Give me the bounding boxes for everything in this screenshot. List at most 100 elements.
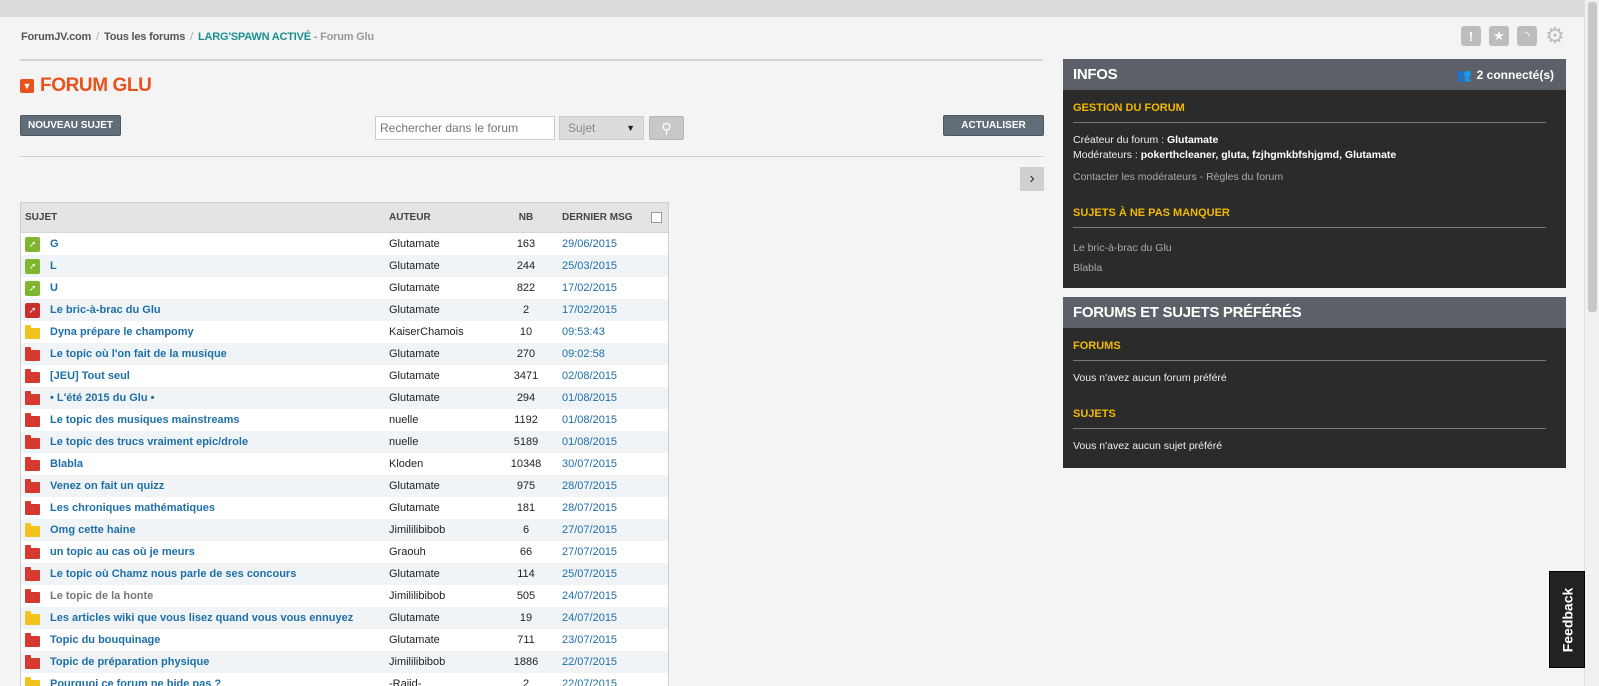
- cell-subject: [JEU] Tout seul: [21, 368, 389, 383]
- new-topic-button[interactable]: NOUVEAU SUJET: [20, 115, 121, 136]
- cell-author[interactable]: -Rajid-: [389, 678, 496, 686]
- refresh-button[interactable]: ACTUALISER: [943, 115, 1044, 136]
- cell-nb: 10348: [510, 458, 542, 470]
- chevron-down-icon[interactable]: ▼: [20, 79, 34, 93]
- table-row: Le topic des musiques mainstreams nuelle 1…: [21, 409, 668, 431]
- topic-link[interactable]: Le topic de la honte: [50, 590, 153, 602]
- cell-author[interactable]: Jimililibibob: [389, 656, 496, 668]
- cell-subject: Dyna prépare le champomy: [21, 324, 389, 339]
- rss-icon[interactable]: ◝: [1517, 26, 1537, 46]
- breadcrumb-all-forums[interactable]: Tous les forums: [104, 31, 185, 43]
- cell-last-msg[interactable]: 01/08/2015: [556, 392, 666, 404]
- connected-users[interactable]: 👥 2 connecté(s): [1457, 68, 1554, 82]
- topic-link[interactable]: Le topic où Chamz nous parle de ses conc…: [50, 568, 296, 580]
- cell-last-msg[interactable]: 24/07/2015: [556, 612, 666, 624]
- cell-author[interactable]: Glutamate: [389, 370, 496, 382]
- cell-last-msg[interactable]: 25/03/2015: [556, 260, 666, 272]
- topic-link[interactable]: Le topic des musiques mainstreams: [50, 414, 240, 426]
- breadcrumb-current[interactable]: LARG'SPAWN ACTIVÉ: [198, 31, 311, 43]
- topic-link[interactable]: Venez on fait un quizz: [50, 480, 164, 492]
- cell-last-msg[interactable]: 29/06/2015: [556, 238, 666, 250]
- cell-author[interactable]: Glutamate: [389, 480, 496, 492]
- cell-author[interactable]: Glutamate: [389, 260, 496, 272]
- cell-last-msg[interactable]: 27/07/2015: [556, 524, 666, 536]
- topic-link[interactable]: Le bric-à-brac du Glu: [50, 304, 161, 316]
- cell-last-msg[interactable]: 25/07/2015: [556, 568, 666, 580]
- cell-author[interactable]: Glutamate: [389, 348, 496, 360]
- breadcrumb-forumjv[interactable]: ForumJV.com: [21, 31, 91, 43]
- contact-moderators-link[interactable]: Contacter les modérateurs: [1073, 171, 1197, 183]
- cell-author[interactable]: Glutamate: [389, 282, 496, 294]
- cell-author[interactable]: nuelle: [389, 414, 496, 426]
- cell-nb: 294: [516, 392, 536, 404]
- cell-author[interactable]: Glutamate: [389, 304, 496, 316]
- header-nb: NB: [518, 212, 534, 223]
- cell-last-msg[interactable]: 09:02:58: [556, 348, 666, 360]
- search-button[interactable]: ⚲: [649, 116, 684, 140]
- cell-author[interactable]: Glutamate: [389, 634, 496, 646]
- cell-last-msg[interactable]: 22/07/2015: [556, 656, 666, 668]
- cell-last-msg[interactable]: 01/08/2015: [556, 414, 666, 426]
- topic-link[interactable]: Topic du bouquinage: [50, 634, 160, 646]
- next-page-button[interactable]: ›: [1020, 167, 1044, 191]
- topic-link[interactable]: Omg cette haine: [50, 524, 136, 536]
- cell-author[interactable]: KaiserChamois: [389, 326, 496, 338]
- topic-link[interactable]: Le topic des trucs vraiment epic/drole: [50, 436, 248, 448]
- topic-link[interactable]: Topic de préparation physique: [50, 656, 209, 668]
- topic-link[interactable]: Dyna prépare le champomy: [50, 326, 194, 338]
- search-icon: ⚲: [661, 119, 672, 136]
- cell-author[interactable]: Glutamate: [389, 392, 496, 404]
- cell-author[interactable]: Glutamate: [389, 238, 496, 250]
- cell-author[interactable]: Jimililibibob: [389, 524, 496, 536]
- forum-rules-link[interactable]: Règles du forum: [1206, 171, 1283, 183]
- must-see-link[interactable]: Le bric-à-brac du Glu: [1073, 238, 1546, 258]
- cell-last-msg[interactable]: 09:53:43: [556, 326, 666, 338]
- topic-link[interactable]: Le topic où l'on fait de la musique: [50, 348, 227, 360]
- cell-author[interactable]: Graouh: [389, 546, 496, 558]
- cell-nb: 244: [516, 260, 536, 272]
- topic-link[interactable]: un topic au cas où je meurs: [50, 546, 195, 558]
- topic-link[interactable]: L: [50, 260, 57, 272]
- page-scrollbar[interactable]: [1584, 0, 1599, 686]
- scrollbar-thumb[interactable]: [1588, 2, 1597, 312]
- cell-last-msg[interactable]: 24/07/2015: [556, 590, 666, 602]
- cell-author[interactable]: nuelle: [389, 436, 496, 448]
- cell-subject: • L'été 2015 du Glu •: [21, 390, 389, 405]
- gear-icon[interactable]: ⚙: [1545, 23, 1565, 48]
- cell-author[interactable]: Kloden: [389, 458, 496, 470]
- search-input[interactable]: [375, 116, 555, 140]
- cell-last-msg[interactable]: 30/07/2015: [556, 458, 666, 470]
- topic-link[interactable]: Les articles wiki que vous lisez quand v…: [50, 612, 353, 624]
- topic-link[interactable]: Les chroniques mathématiques: [50, 502, 215, 514]
- cell-last-msg[interactable]: 27/07/2015: [556, 546, 666, 558]
- creator-name: Glutamate: [1166, 134, 1219, 146]
- cell-author[interactable]: Glutamate: [389, 612, 496, 624]
- topic-link[interactable]: [JEU] Tout seul: [50, 370, 130, 382]
- topic-link[interactable]: U: [50, 282, 58, 294]
- select-all-checkbox[interactable]: [651, 212, 662, 223]
- cell-last-msg[interactable]: 17/02/2015: [556, 304, 666, 316]
- star-icon[interactable]: ★: [1489, 26, 1509, 46]
- cell-author[interactable]: Glutamate: [389, 568, 496, 580]
- must-see-link[interactable]: Blabla: [1073, 258, 1546, 278]
- cell-nb: 1192: [514, 414, 538, 426]
- cell-author[interactable]: Jimililibibob: [389, 590, 496, 602]
- topic-link[interactable]: Blabla: [50, 458, 83, 470]
- folder-yellow-icon: [25, 522, 40, 537]
- feedback-button[interactable]: Feedback: [1549, 571, 1585, 668]
- cell-author[interactable]: Glutamate: [389, 502, 496, 514]
- cell-last-msg[interactable]: 01/08/2015: [556, 436, 666, 448]
- cell-last-msg[interactable]: 02/08/2015: [556, 370, 666, 382]
- cell-last-msg[interactable]: 17/02/2015: [556, 282, 666, 294]
- topic-link[interactable]: Pourquoi ce forum ne bide pas ?: [50, 678, 221, 686]
- topic-link[interactable]: • L'été 2015 du Glu •: [50, 392, 154, 404]
- cell-last-msg[interactable]: 28/07/2015: [556, 502, 666, 514]
- cell-last-msg[interactable]: 28/07/2015: [556, 480, 666, 492]
- search-type-select[interactable]: Sujet ▼: [559, 116, 644, 140]
- favorite-topics-title: SUJETS: [1073, 400, 1546, 429]
- cell-last-msg[interactable]: 22/07/2015: [556, 678, 666, 686]
- topic-link[interactable]: G: [50, 238, 59, 250]
- alert-icon[interactable]: !: [1461, 26, 1481, 46]
- users-icon: 👥: [1456, 67, 1472, 82]
- cell-last-msg[interactable]: 23/07/2015: [556, 634, 666, 646]
